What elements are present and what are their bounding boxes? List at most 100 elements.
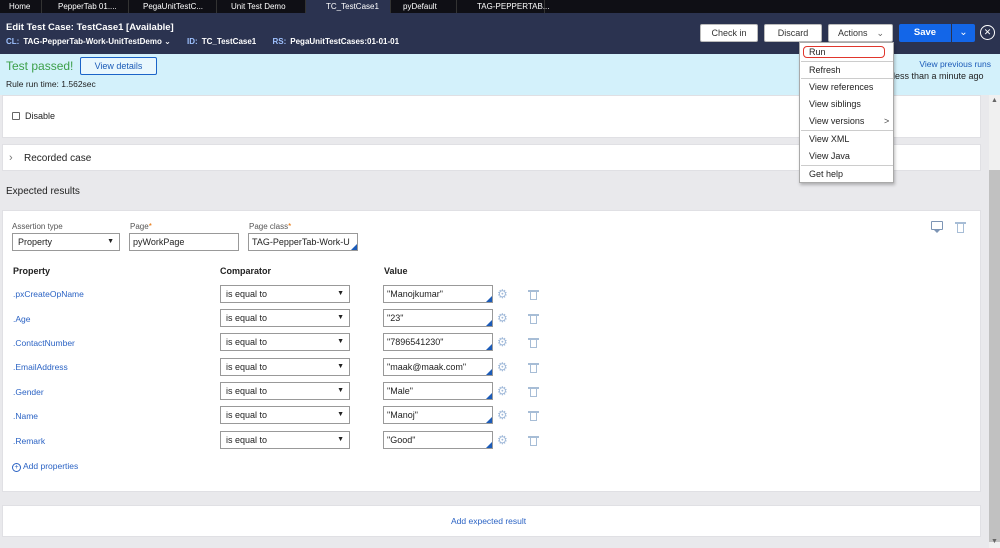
autocomplete-corner-icon xyxy=(351,244,357,250)
disable-label: Disable xyxy=(25,111,56,121)
tab-tag-peppertab[interactable]: TAG-PEPPERTAB... xyxy=(457,0,549,13)
menu-item-view-xml[interactable]: View XML xyxy=(809,134,849,144)
column-header-value: Value xyxy=(384,266,408,276)
gear-icon[interactable]: ⚙ xyxy=(497,287,508,301)
dropdown-arrow-icon: ▼ xyxy=(337,436,344,443)
value-input[interactable]: "7896541230" xyxy=(383,333,493,351)
scroll-down-arrow[interactable]: ▼ xyxy=(989,536,1000,548)
menu-divider xyxy=(801,130,893,131)
comparator-select[interactable]: is equal to ▼ xyxy=(220,382,350,400)
comparator-select[interactable]: is equal to ▼ xyxy=(220,358,350,376)
assertion-type-label: Assertion type xyxy=(12,222,63,231)
assertion-type-select[interactable]: Property ▼ xyxy=(12,233,120,251)
menu-item-view-java[interactable]: View Java xyxy=(809,151,850,161)
value-input[interactable]: "Manojkumar" xyxy=(383,285,493,303)
menu-divider xyxy=(801,165,893,166)
discard-button[interactable]: Discard xyxy=(764,24,822,42)
property-link[interactable]: .Gender xyxy=(13,387,44,397)
autocomplete-corner-icon xyxy=(486,320,492,326)
save-button[interactable]: Save xyxy=(899,24,951,42)
trash-icon[interactable] xyxy=(528,411,539,421)
property-link[interactable]: .Age xyxy=(13,314,31,324)
property-link[interactable]: .ContactNumber xyxy=(13,338,75,348)
save-options-button[interactable]: ⌄ xyxy=(952,24,975,42)
trash-icon[interactable] xyxy=(955,222,966,233)
tab-pydefault[interactable]: pyDefault xyxy=(391,0,457,13)
expected-results-panel xyxy=(2,210,981,492)
scrollbar-thumb[interactable] xyxy=(989,170,1000,542)
trash-icon[interactable] xyxy=(528,363,539,373)
comparator-select[interactable]: is equal to ▼ xyxy=(220,333,350,351)
comparator-select[interactable]: is equal to ▼ xyxy=(220,431,350,449)
page-input[interactable]: pyWorkPage xyxy=(129,233,239,251)
menu-item-refresh[interactable]: Refresh xyxy=(809,65,841,75)
view-details-button[interactable]: View details xyxy=(80,57,157,75)
dropdown-arrow-icon: ▼ xyxy=(337,387,344,394)
page-class-label: Page class* xyxy=(249,222,292,231)
menu-item-view-versions[interactable]: View versions xyxy=(809,116,864,126)
column-header-comparator: Comparator xyxy=(220,266,272,276)
check-in-button[interactable]: Check in xyxy=(700,24,758,42)
menu-item-get-help[interactable]: Get help xyxy=(809,169,843,179)
value-input[interactable]: "maak@maak.com" xyxy=(383,358,493,376)
chevron-right-icon[interactable]: › xyxy=(9,152,13,164)
property-link[interactable]: .Name xyxy=(13,411,38,421)
page-class-input[interactable]: TAG-PepperTab-Work-U xyxy=(248,233,358,251)
property-link[interactable]: .pxCreateOpName xyxy=(13,289,84,299)
comparator-select[interactable]: is equal to ▼ xyxy=(220,285,350,303)
chevron-down-icon: ⌄ xyxy=(959,27,968,38)
comparator-select[interactable]: is equal to ▼ xyxy=(220,406,350,424)
menu-item-view-references[interactable]: View references xyxy=(809,82,873,92)
property-link[interactable]: .Remark xyxy=(13,436,45,446)
chevron-down-icon[interactable]: ⌄ xyxy=(162,37,171,46)
autocomplete-corner-icon xyxy=(486,417,492,423)
tab-home[interactable]: Home xyxy=(0,0,42,13)
property-link[interactable]: .EmailAddress xyxy=(13,362,68,372)
test-status: Test passed! xyxy=(6,59,74,73)
comment-icon[interactable] xyxy=(931,221,943,233)
value-input[interactable]: "Good" xyxy=(383,431,493,449)
value-input[interactable]: "Manoj" xyxy=(383,406,493,424)
autocomplete-corner-icon xyxy=(486,393,492,399)
trash-icon[interactable] xyxy=(528,290,539,300)
trash-icon[interactable] xyxy=(528,338,539,348)
recorded-case-label[interactable]: Recorded case xyxy=(24,153,91,164)
gear-icon[interactable]: ⚙ xyxy=(497,311,508,325)
dropdown-arrow-icon: ▼ xyxy=(337,411,344,418)
value-input[interactable]: "23" xyxy=(383,309,493,327)
dropdown-arrow-icon: ▼ xyxy=(337,338,344,345)
disable-checkbox[interactable] xyxy=(12,112,20,120)
rule-run-time: Rule run time: 1.562sec xyxy=(6,79,96,89)
add-expected-result-link[interactable]: Add expected result xyxy=(451,516,526,526)
trash-icon[interactable] xyxy=(528,436,539,446)
actions-button[interactable]: Actions ⌄ xyxy=(828,24,893,42)
tab-tc-testcase1[interactable]: TC_TestCase1 xyxy=(306,0,391,13)
view-previous-runs-link[interactable]: View previous runs xyxy=(919,59,991,69)
plus-circle-icon: + xyxy=(12,463,21,472)
menu-item-run[interactable]: Run xyxy=(809,47,826,57)
id-key: ID: xyxy=(187,37,198,46)
comparator-select[interactable]: is equal to ▼ xyxy=(220,309,350,327)
cl-value[interactable]: TAG-PepperTab-Work-UnitTestDemo xyxy=(23,37,162,46)
tab-unit-test-demo[interactable]: Unit Test Demo xyxy=(217,0,306,13)
close-icon[interactable]: ✕ xyxy=(980,25,995,40)
chevron-right-icon: > xyxy=(884,116,890,126)
menu-item-view-siblings[interactable]: View siblings xyxy=(809,99,861,109)
add-properties-link[interactable]: + Add properties xyxy=(12,461,78,472)
value-input[interactable]: "Male" xyxy=(383,382,493,400)
trash-icon[interactable] xyxy=(528,387,539,397)
scroll-up-arrow[interactable]: ▲ xyxy=(989,95,1000,107)
autocomplete-corner-icon xyxy=(486,442,492,448)
tab-pegaunittest[interactable]: PegaUnitTestC... xyxy=(129,0,217,13)
tab-peppertab[interactable]: PepperTab 01.... xyxy=(42,0,129,13)
dropdown-arrow-icon: ▼ xyxy=(337,363,344,370)
gear-icon[interactable]: ⚙ xyxy=(497,335,508,349)
gear-icon[interactable]: ⚙ xyxy=(497,433,508,447)
expected-results-title: Expected results xyxy=(6,186,80,197)
trash-icon[interactable] xyxy=(528,314,539,324)
gear-icon[interactable]: ⚙ xyxy=(497,408,508,422)
autocomplete-corner-icon xyxy=(486,296,492,302)
id-value: TC_TestCase1 xyxy=(201,37,257,46)
gear-icon[interactable]: ⚙ xyxy=(497,384,508,398)
gear-icon[interactable]: ⚙ xyxy=(497,360,508,374)
